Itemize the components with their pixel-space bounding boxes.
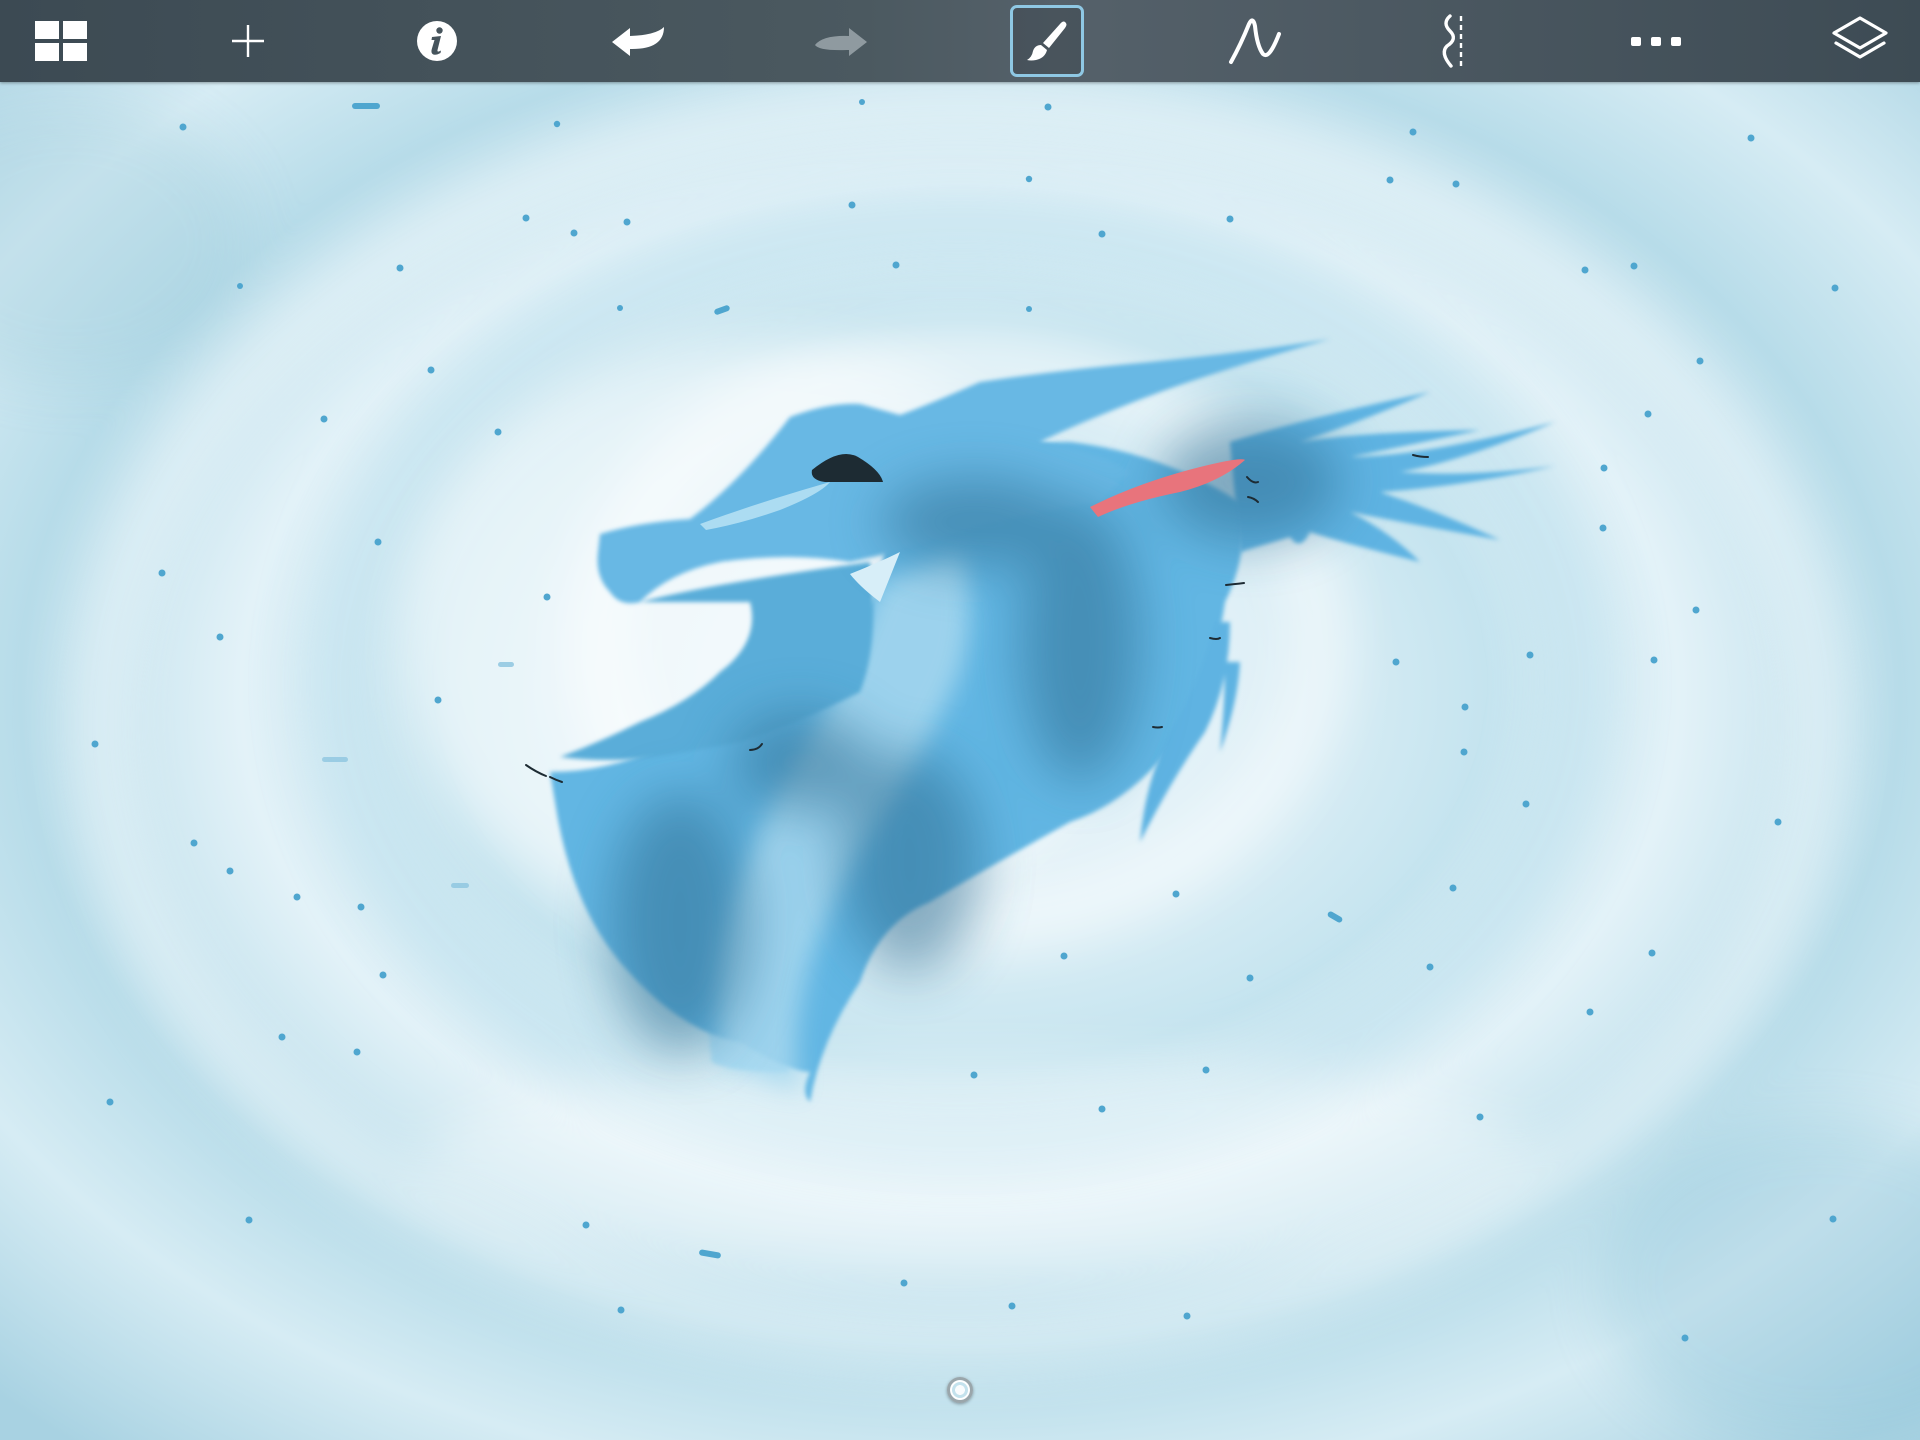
drawing-canvas[interactable] <box>0 82 1920 1440</box>
new-sketch-button[interactable] <box>211 5 285 77</box>
redo-button[interactable] <box>803 5 877 77</box>
more-dots-icon <box>1631 37 1681 46</box>
stroke-curve-icon <box>1229 18 1281 64</box>
brush-icon <box>1027 21 1067 61</box>
app-window <box>0 0 1920 1440</box>
gallery-button[interactable] <box>24 5 98 77</box>
more-options-button[interactable] <box>1620 5 1694 77</box>
brush-tool-button[interactable] <box>1010 5 1084 77</box>
dragon-painting <box>0 82 1920 1440</box>
gallery-grid-icon <box>35 21 87 61</box>
symmetry-icon <box>1442 14 1463 68</box>
main-toolbar <box>0 0 1920 82</box>
redo-arrow-icon <box>815 28 867 56</box>
layers-button[interactable] <box>1823 5 1897 77</box>
info-icon <box>417 21 457 61</box>
symmetry-tool-button[interactable] <box>1417 5 1491 77</box>
plus-icon <box>232 25 264 57</box>
layers-icon <box>1832 16 1888 59</box>
info-button[interactable] <box>400 5 474 77</box>
undo-button[interactable] <box>602 5 676 77</box>
brush-cursor-indicator <box>947 1377 973 1403</box>
undo-arrow-icon <box>612 27 664 56</box>
stroke-tool-button[interactable] <box>1218 5 1292 77</box>
